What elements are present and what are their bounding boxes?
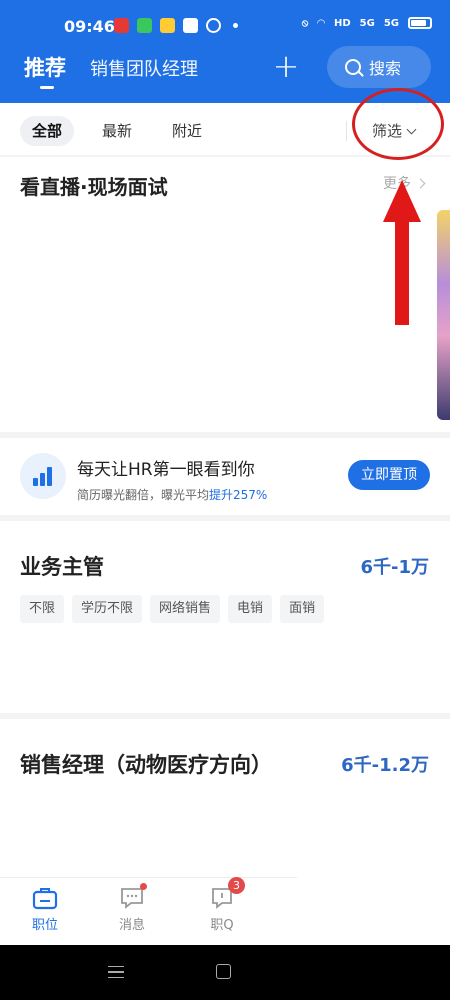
nav-zhiq-label: 职Q <box>210 918 234 933</box>
promo-subtitle: 简历曝光翻倍，曝光平均提升257% <box>77 486 267 503</box>
wifi-icon: ◠ <box>317 17 325 29</box>
chat-notification-icon <box>183 18 198 33</box>
pin-top-button[interactable]: 立即置顶 <box>348 460 430 490</box>
live-stream-thumbnail[interactable] <box>437 210 450 420</box>
system-icons: ⦸ ◠ HD 5G 5G <box>302 17 432 29</box>
search-label: 搜索 <box>369 59 402 78</box>
qa-bubble-icon: 3 <box>209 877 245 910</box>
promo-subtitle-text: 简历曝光翻倍，曝光平均 <box>77 488 210 502</box>
search-button[interactable]: 搜索 <box>327 46 431 88</box>
notification-icons <box>114 18 238 33</box>
mute-icon: ⦸ <box>301 17 309 29</box>
briefcase-icon <box>32 888 58 910</box>
phone-notification-icon <box>137 18 152 33</box>
job-tag: 面销 <box>280 595 325 623</box>
promo-highlight: 提升257% <box>209 488 268 502</box>
nav-jobs-label: 职位 <box>31 918 58 933</box>
chip-latest[interactable]: 最新 <box>90 116 144 146</box>
job-tag: 电销 <box>228 595 273 623</box>
top-header: 09:46 ⦸ ◠ HD 5G 5G 推荐 销售团队经理 + 搜索 <box>0 0 450 103</box>
nav-messages[interactable]: 消息 <box>102 883 162 933</box>
growth-chart-icon <box>20 453 66 499</box>
more-notifications-dot <box>233 23 238 28</box>
job-card[interactable]: 销售经理（动物医疗方向） 6千-1.2万 <box>0 719 450 879</box>
status-bar: 09:46 ⦸ ◠ HD 5G 5G <box>0 0 450 44</box>
job-salary: 6千-1万 <box>360 557 429 578</box>
nav-jobs[interactable]: 职位 <box>15 886 75 933</box>
signal-5g-label-2: 5G <box>383 17 399 29</box>
annotation-arrow <box>383 180 421 325</box>
home-icon[interactable] <box>216 964 231 979</box>
job-tag: 网络销售 <box>150 595 221 623</box>
hd-label: HD <box>333 17 351 29</box>
promo-title: 每天让HR第一眼看到你 <box>77 460 255 480</box>
chat-icon <box>119 883 147 910</box>
job-salary: 6千-1.2万 <box>341 755 429 776</box>
resume-boost-card: 每天让HR第一眼看到你 简历曝光翻倍，曝光平均提升257% 立即置顶 <box>0 438 450 515</box>
unread-dot <box>140 883 147 890</box>
notification-count-badge: 3 <box>228 877 245 894</box>
nav-zhiq[interactable]: 3 职Q <box>192 877 252 933</box>
status-time: 09:46 <box>64 17 115 36</box>
search-icon <box>345 59 361 75</box>
job-tag: 学历不限 <box>72 595 143 623</box>
app-notification-icon <box>114 18 129 33</box>
battery-icon <box>408 17 432 29</box>
job-title: 业务主管 <box>20 555 104 579</box>
annotation-circle <box>352 88 444 160</box>
job-tags: 不限 学历不限 网络销售 电销 面销 <box>20 595 325 623</box>
chip-nearby[interactable]: 附近 <box>160 116 214 146</box>
tab-recommend[interactable]: 推荐 <box>24 52 66 89</box>
tab-sales-team-manager[interactable]: 销售团队经理 <box>90 55 198 81</box>
message-notification-icon <box>160 18 175 33</box>
job-title: 销售经理（动物医疗方向） <box>20 753 272 777</box>
system-navigation-bar <box>0 945 450 1000</box>
camera-notification-icon <box>206 18 221 33</box>
signal-5g-label: 5G <box>359 17 375 29</box>
nav-messages-label: 消息 <box>118 918 145 933</box>
header-tabs: 推荐 销售团队经理 <box>24 52 198 89</box>
chip-all[interactable]: 全部 <box>20 116 75 146</box>
job-card[interactable]: 业务主管 6千-1万 不限 学历不限 网络销售 电销 面销 <box>0 521 450 713</box>
filter-divider <box>346 121 347 141</box>
section-title: 看直播·现场面试 <box>20 175 168 199</box>
recent-apps-icon[interactable] <box>108 966 124 978</box>
add-button[interactable]: + <box>270 48 302 84</box>
job-tag: 不限 <box>20 595 65 623</box>
